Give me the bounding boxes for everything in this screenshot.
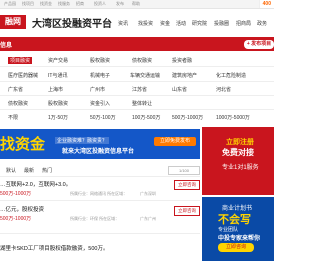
filter-method-option[interactable]: 整体转让 (132, 100, 152, 107)
filter-type-option[interactable]: 投资者融 (172, 57, 192, 64)
site-title: 大湾区投融资平台 (32, 19, 112, 30)
filter-industry-option[interactable]: IT与通讯 (48, 72, 67, 79)
side-ad-line: 中投专家来帮你 (218, 236, 261, 242)
top-link[interactable]: 产品园 (4, 1, 16, 7)
nav-item[interactable]: 资讯 (118, 20, 128, 27)
filter-type-option[interactable]: 项目融资 (8, 57, 33, 64)
listing-title[interactable]: …亿元，股权投资 (0, 205, 44, 213)
filter-industry-option[interactable]: 化工危险制造 (216, 72, 246, 79)
filter-region-option[interactable]: 江苏省 (132, 86, 147, 93)
filter-type-option[interactable]: 资产交易 (48, 57, 68, 64)
filter-industry-option[interactable]: 车辆交通运输 (130, 72, 160, 79)
sort-option[interactable]: 最新 (24, 167, 34, 174)
side-ad-cta-button[interactable]: 立即咨询 (218, 243, 254, 252)
filter-method-option[interactable]: 股权融资 (48, 100, 68, 107)
banner-subtitle: 企业融资难？融资贵？ (55, 137, 110, 144)
filter-industry-option[interactable]: 建筑房地产 (172, 72, 197, 79)
site-logo[interactable]: 融网 (0, 15, 26, 29)
banner-headline: 找资金 (0, 136, 46, 153)
side-ad-line: 免费对接 (222, 148, 254, 157)
filter-amount-option[interactable]: 100万-500万 (132, 114, 160, 121)
page-indicator: 1/100 (168, 166, 200, 175)
filter-industry-option[interactable]: 机械电子 (90, 72, 110, 79)
top-links-bar: 产品园 找项目 找资金 找服务 招商 投资人 发布 帮助 400 (0, 0, 274, 9)
filter-type-option[interactable]: 股权融资 (90, 57, 110, 64)
filter-industry-option[interactable]: 医疗医药器械 (8, 72, 38, 79)
nav-item[interactable]: 找投资 (138, 20, 153, 27)
side-ad-line: 专业1对1服务 (222, 165, 259, 171)
divider (0, 66, 274, 67)
listing-amount: 500万-1000万 (0, 191, 32, 197)
side-ad-line: 不会写 (218, 214, 251, 226)
section-title: 信息 (0, 43, 13, 49)
filter-amount-option[interactable]: 1000万-5000万 (216, 114, 250, 121)
listing-title[interactable]: …互联网+2.0，互联网+3.0。 (0, 180, 71, 188)
filter-region-option[interactable]: 河北省 (216, 86, 231, 93)
banner-cta-button[interactable]: 立即免费发布 (154, 137, 196, 146)
side-ad-line: 专业团队 (218, 227, 239, 233)
filter-type-option[interactable]: 债权融资 (132, 57, 152, 64)
top-link[interactable]: 找服务 (58, 1, 70, 7)
top-link[interactable]: 帮助 (132, 1, 140, 7)
banner-tagline: 就来大湾区投融资信息平台 (62, 149, 135, 155)
sort-option[interactable]: 热门 (42, 167, 52, 174)
publish-project-button[interactable]: + 发布项目 (244, 40, 274, 49)
filter-region-option[interactable]: 山东省 (172, 86, 187, 93)
divider (0, 95, 274, 96)
divider (0, 200, 200, 201)
divider (0, 109, 274, 110)
sort-bar: 默认 最新 热门 1/100 (0, 165, 200, 177)
top-link[interactable]: 投资人 (94, 1, 106, 7)
top-link[interactable]: 找资金 (40, 1, 52, 7)
nav-item[interactable]: 招商局 (236, 20, 251, 27)
filter-amount-option[interactable]: 不限 (8, 114, 18, 121)
listing-region: 广东深圳 (140, 191, 156, 196)
divider (0, 81, 274, 82)
side-ad-register[interactable]: 立即注册 免费对接 专业1对1服务 (202, 127, 274, 195)
filter-method-option[interactable]: 资金引入 (90, 100, 110, 107)
section-navbar (0, 37, 274, 51)
top-link[interactable]: 招商 (76, 1, 84, 7)
top-link[interactable]: 发布 (116, 1, 124, 7)
side-ad-line: 立即注册 (226, 139, 254, 146)
consult-button[interactable]: 立即咨询 (174, 180, 200, 190)
divider (0, 233, 200, 234)
filter-method-option[interactable]: 债权融资 (8, 100, 28, 107)
listing-meta: 所属行业：环保 所在区域： (70, 216, 120, 221)
side-ad-business-plan[interactable]: 商业计划书 不会写 专业团队 中投专家来帮你 立即咨询 (202, 197, 274, 261)
filter-amount-option[interactable]: 500万-1000万 (172, 114, 203, 121)
hotline-number: 400 (258, 0, 274, 8)
promo-banner[interactable]: 找资金 企业融资难？融资贵？ 就来大湾区投融资信息平台 立即免费发布 (0, 129, 200, 159)
sort-option[interactable]: 默认 (6, 167, 16, 174)
listing-meta: 所属行业：网络通讯 所在区域： (70, 191, 128, 196)
top-link[interactable]: 找项目 (22, 1, 34, 7)
filter-amount-option[interactable]: 1万-50万 (48, 114, 68, 121)
nav-item[interactable]: 投融圈 (214, 20, 229, 27)
filter-region-option[interactable]: 上海市 (48, 86, 63, 93)
listing-amount: 500万-1000万 (0, 216, 32, 222)
listing-region: 广东广州 (140, 216, 156, 221)
filter-region-option[interactable]: 广东省 (8, 86, 23, 93)
consult-button[interactable]: 立即咨询 (174, 206, 200, 216)
nav-item[interactable]: 研究院 (192, 20, 207, 27)
filter-region-option[interactable]: 广州市 (90, 86, 105, 93)
nav-item[interactable]: 活动 (176, 20, 186, 27)
filter-amount-option[interactable]: 50万-100万 (90, 114, 116, 121)
nav-item[interactable]: 政务 (257, 20, 267, 27)
nav-item[interactable]: 资金 (160, 20, 170, 27)
listing-title[interactable]: 湖里卡SKD工厂项目股权借款融资，500万。 (0, 244, 109, 252)
